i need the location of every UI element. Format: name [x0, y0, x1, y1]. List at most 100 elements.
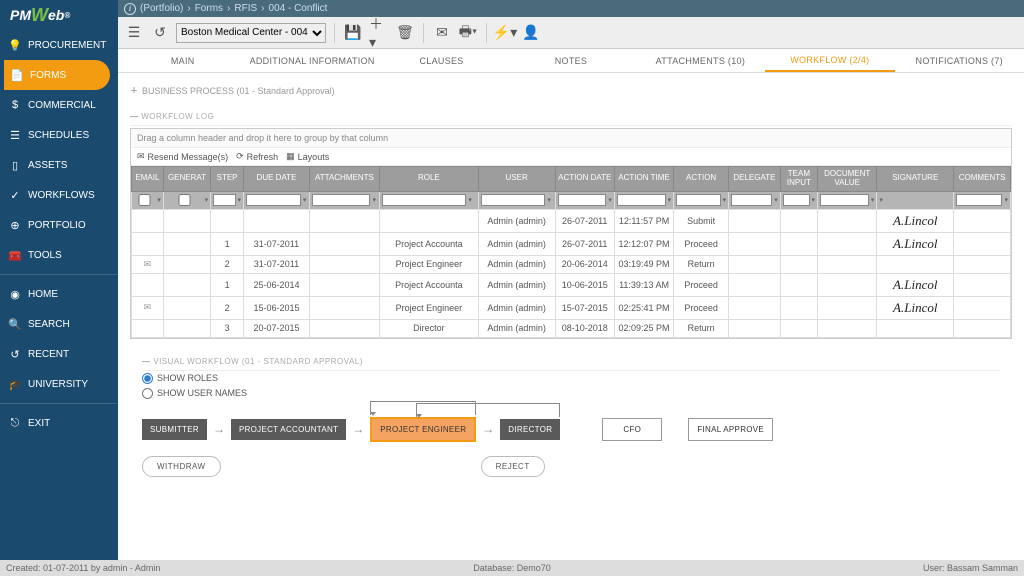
print-icon[interactable]: 🖶▾	[458, 23, 478, 43]
nav-portfolio[interactable]: ⊕PORTFOLIO	[0, 210, 118, 240]
table-row[interactable]: 320-07-2015DirectorAdmin (admin)08-10-20…	[132, 319, 1011, 337]
user-icon[interactable]: 👤	[521, 23, 541, 43]
filter-icon[interactable]: ▾	[372, 196, 376, 204]
workflow-diagram: SUBMITTER → PROJECT ACCOUNTANT → PROJECT…	[142, 417, 1000, 442]
filter-icon[interactable]: ▾	[205, 196, 209, 204]
nav-forms[interactable]: 📄FORMS	[4, 60, 110, 90]
visual-workflow-header[interactable]: — VISUAL WORKFLOW (01 - STANDARD APPROVA…	[142, 353, 1000, 371]
filter-icon[interactable]: ▾	[608, 196, 612, 204]
show-roles-radio[interactable]: SHOW ROLES	[142, 371, 1000, 386]
filter-icon[interactable]: ▾	[303, 196, 307, 204]
flow-cfo[interactable]: CFO	[602, 418, 662, 441]
filter-adate[interactable]	[558, 194, 607, 206]
flow-submitter[interactable]: SUBMITTER	[142, 419, 207, 440]
flow-project-engineer[interactable]: PROJECT ENGINEER	[370, 417, 476, 442]
grad-icon: 🎓	[8, 377, 22, 391]
footer-created: Created: 01-07-2011 by admin - Admin	[6, 563, 160, 573]
layouts-button[interactable]: ▦Layouts	[286, 151, 329, 162]
filter-icon[interactable]: ▾	[879, 196, 883, 204]
mail-icon[interactable]: ✉	[432, 23, 452, 43]
show-users-radio[interactable]: SHOW USER NAMES	[142, 386, 1000, 401]
filter-icon[interactable]: ▾	[723, 196, 727, 204]
nav-search[interactable]: 🔍SEARCH	[0, 309, 118, 339]
filter-email-check[interactable]	[134, 194, 155, 206]
nav-assets[interactable]: ▯ASSETS	[0, 150, 118, 180]
withdraw-button[interactable]: WITHDRAW	[142, 456, 221, 477]
footer-database: Database: Demo70	[473, 563, 551, 573]
arrow-icon: →	[482, 422, 494, 436]
status-bar: Created: 01-07-2011 by admin - Admin Dat…	[0, 560, 1024, 576]
tab-attachments[interactable]: ATTACHMENTS (10)	[636, 49, 765, 72]
info-icon[interactable]: i	[124, 3, 136, 15]
filter-doc[interactable]	[820, 194, 869, 206]
nav-home[interactable]: ◉HOME	[0, 279, 118, 309]
filter-action[interactable]	[676, 194, 720, 206]
crumb-forms[interactable]: Forms	[195, 3, 223, 14]
table-row[interactable]: ✉231-07-2011Project EngineerAdmin (admin…	[132, 255, 1011, 273]
crumb-portfolio[interactable]: (Portfolio)	[140, 3, 183, 14]
group-by-bar[interactable]: Drag a column header and drop it here to…	[131, 129, 1011, 147]
save-icon[interactable]: 💾	[343, 23, 363, 43]
menu-icon[interactable]: ☰	[124, 23, 144, 43]
table-row[interactable]: 131-07-2011Project AccountaAdmin (admin)…	[132, 232, 1011, 255]
filter-due[interactable]	[246, 194, 301, 206]
resend-button[interactable]: ✉Resend Message(s)	[137, 151, 228, 162]
refresh-button[interactable]: ⟳Refresh	[236, 151, 278, 162]
nav-university[interactable]: 🎓UNIVERSITY	[0, 369, 118, 399]
flow-final-approve[interactable]: FINAL APPROVE	[688, 418, 773, 441]
filter-icon[interactable]: ▾	[668, 196, 672, 204]
search-icon: 🔍	[8, 317, 22, 331]
nav-commercial[interactable]: $COMMERCIAL	[0, 90, 118, 120]
filter-step[interactable]	[213, 194, 235, 206]
tab-workflow[interactable]: WORKFLOW (2/4)	[765, 49, 894, 72]
flow-director[interactable]: DIRECTOR	[500, 419, 560, 440]
filter-com[interactable]	[956, 194, 1002, 206]
tab-notifications[interactable]: NOTIFICATIONS (7)	[895, 49, 1024, 72]
tab-notes[interactable]: NOTES	[506, 49, 635, 72]
flow-project-accountant[interactable]: PROJECT ACCOUNTANT	[231, 419, 346, 440]
history-icon[interactable]: ↺	[150, 23, 170, 43]
reject-button[interactable]: REJECT	[481, 456, 545, 477]
filter-atime[interactable]	[617, 194, 666, 206]
table-row[interactable]: ✉215-06-2015Project EngineerAdmin (admin…	[132, 296, 1011, 319]
minus-icon: —	[142, 357, 151, 366]
filter-icon[interactable]: ▾	[1004, 196, 1008, 204]
record-selector[interactable]: Boston Medical Center - 004 - Confl	[176, 23, 326, 43]
filter-icon[interactable]: ▾	[547, 196, 551, 204]
tab-main[interactable]: MAIN	[118, 49, 247, 72]
workflow-log-header[interactable]: — WORKFLOW LOG	[130, 108, 1012, 126]
add-icon[interactable]: ＋▾	[369, 23, 389, 43]
avatar-icon: ◉	[8, 287, 22, 301]
nav-procurement[interactable]: 💡PROCUREMENT	[0, 30, 118, 60]
filter-icon[interactable]: ▾	[812, 196, 816, 204]
tab-clauses[interactable]: CLAUSES	[377, 49, 506, 72]
nav-exit[interactable]: ⎋EXIT	[0, 408, 118, 438]
filter-role[interactable]	[382, 194, 466, 206]
filter-icon[interactable]: ▾	[774, 196, 778, 204]
filter-gen-check[interactable]	[166, 194, 203, 206]
globe-icon: ⊕	[8, 218, 22, 232]
nav-recent[interactable]: ↺RECENT	[0, 339, 118, 369]
filter-del[interactable]	[731, 194, 772, 206]
nav-schedules[interactable]: ☰SCHEDULES	[0, 120, 118, 150]
filter-icon[interactable]: ▾	[871, 196, 875, 204]
grid-icon: ▦	[286, 151, 295, 162]
filter-att[interactable]	[312, 194, 371, 206]
filter-icon[interactable]: ▾	[468, 196, 472, 204]
crumb-rfis[interactable]: RFIS	[234, 3, 257, 14]
filter-user[interactable]	[481, 194, 546, 206]
table-row[interactable]: 125-06-2014Project AccountaAdmin (admin)…	[132, 273, 1011, 296]
business-process-header[interactable]: ＋ BUSINESS PROCESS (01 - Standard Approv…	[130, 81, 1012, 100]
table-row[interactable]: Admin (admin)26-07-201112:11:57 PMSubmit…	[132, 209, 1011, 232]
tab-additional[interactable]: ADDITIONAL INFORMATION	[247, 49, 376, 72]
nav-tools[interactable]: 🧰TOOLS	[0, 240, 118, 270]
content: MAIN ADDITIONAL INFORMATION CLAUSES NOTE…	[118, 49, 1024, 560]
breadcrumb: i (Portfolio) › Forms › RFIS › 004 - Con…	[118, 0, 1024, 17]
doc-icon: 📄	[10, 68, 24, 82]
filter-icon[interactable]: ▾	[238, 196, 242, 204]
bolt-icon[interactable]: ⚡▾	[495, 23, 515, 43]
filter-icon[interactable]: ▾	[157, 196, 161, 204]
filter-team[interactable]	[783, 194, 810, 206]
delete-icon[interactable]: 🗑	[395, 23, 415, 43]
nav-workflows[interactable]: ✓WORKFLOWS	[0, 180, 118, 210]
